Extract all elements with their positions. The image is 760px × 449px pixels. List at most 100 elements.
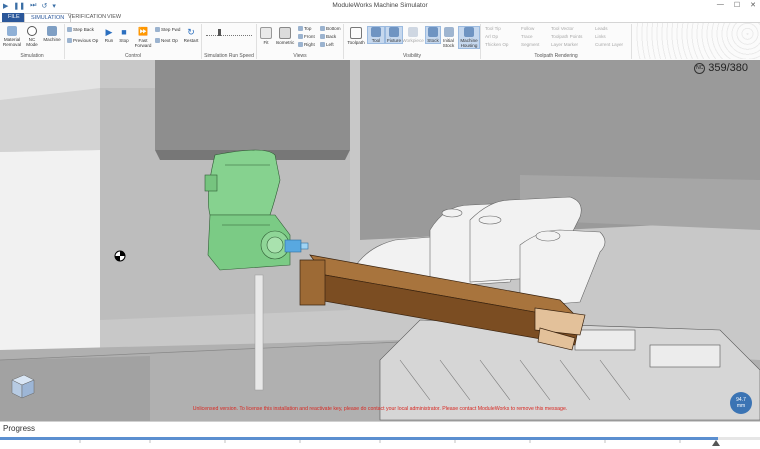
machine-housing-visibility-button[interactable]: Machine Housing bbox=[458, 26, 480, 49]
license-warning: Unlicensed version. To license this inst… bbox=[192, 406, 568, 412]
minimize-icon[interactable]: — bbox=[717, 1, 724, 9]
trace-option[interactable]: Trace bbox=[521, 34, 533, 40]
stop-icon: ■ bbox=[121, 27, 127, 37]
view-front-button[interactable]: Front bbox=[298, 34, 315, 40]
next-op-icon bbox=[155, 38, 160, 43]
play-icon: ▶ bbox=[105, 27, 113, 37]
material-removal-button[interactable]: Material Removal bbox=[2, 26, 22, 47]
fast-forward-icon: ⏩ bbox=[138, 27, 148, 36]
run-button[interactable]: ▶ Run bbox=[103, 27, 115, 43]
arl-op-option[interactable]: Arl Op bbox=[485, 34, 498, 40]
fast-forward-button[interactable]: ⏩ Fast Forward bbox=[133, 27, 153, 48]
machine-button[interactable]: Machine bbox=[42, 26, 62, 42]
group-toolpath-rendering: Tool Tip Arl Op Thicken Op Follow Trace … bbox=[481, 24, 632, 59]
step-fwd-button[interactable]: Step Fwd bbox=[155, 27, 180, 33]
step-fwd-icon bbox=[155, 27, 160, 32]
back-icon bbox=[320, 34, 325, 39]
initial-stock-visibility-button[interactable]: Initial Stock bbox=[440, 27, 457, 48]
restart-icon: ↻ bbox=[187, 27, 195, 37]
tool-tip-option[interactable]: Tool Tip bbox=[485, 26, 501, 32]
progress-marker-icon bbox=[712, 440, 720, 446]
progress-panel: Progress bbox=[0, 421, 760, 449]
group-views: Fit Isometric Top Front Right Bottom Bac… bbox=[257, 24, 344, 59]
workpiece-icon bbox=[408, 27, 418, 37]
left-icon bbox=[320, 42, 325, 47]
tab-view[interactable]: VIEW bbox=[101, 13, 127, 22]
cube-icon bbox=[279, 27, 291, 39]
front-icon bbox=[298, 34, 303, 39]
toolpath-icon bbox=[350, 27, 362, 39]
maximize-icon[interactable]: ☐ bbox=[734, 1, 740, 9]
fit-button[interactable]: Fit bbox=[259, 27, 273, 45]
close-icon[interactable]: ✕ bbox=[750, 1, 756, 9]
tool-icon bbox=[371, 27, 381, 37]
window-controls: — ☐ ✕ bbox=[717, 1, 756, 9]
view-bottom-button[interactable]: Bottom bbox=[320, 26, 341, 32]
window-title: ModuleWorks Machine Simulator bbox=[332, 2, 428, 9]
progress-label: Progress bbox=[3, 424, 36, 433]
fixture-icon bbox=[389, 27, 399, 37]
workpiece-visibility-button[interactable]: Workpiece bbox=[402, 27, 424, 43]
step-back-icon bbox=[67, 27, 72, 32]
layer-marker-option[interactable]: Layer Marker bbox=[551, 42, 578, 48]
operation-counter: NC 359/380 bbox=[694, 62, 748, 74]
view-right-button[interactable]: Right bbox=[298, 42, 315, 48]
group-label: Control bbox=[124, 53, 142, 59]
feed-speed-indicator: 94.7 mm bbox=[730, 392, 752, 414]
stock-visibility-button[interactable]: Stock bbox=[425, 26, 441, 44]
group-label: Visibility bbox=[403, 53, 421, 59]
nc-mode-button[interactable]: NC Mode bbox=[23, 26, 41, 47]
view-left-button[interactable]: Left bbox=[320, 42, 334, 48]
tab-file[interactable]: FILE bbox=[2, 13, 26, 22]
group-simulation: Material Removal NC Mode Machine Simulat… bbox=[0, 24, 65, 59]
group-run-speed: Simulation Run Speed bbox=[202, 24, 257, 59]
nc-badge: NC bbox=[694, 62, 706, 74]
links-option[interactable]: Links bbox=[595, 34, 606, 40]
ribbon: Material Removal NC Mode Machine Simulat… bbox=[0, 22, 760, 61]
initial-stock-icon bbox=[443, 27, 454, 37]
next-op-button[interactable]: Next Op bbox=[155, 38, 178, 44]
group-visibility: Toolpath Tool Fixture Workpiece Stock In… bbox=[344, 24, 481, 59]
stop-button[interactable]: ■ Stop bbox=[118, 27, 130, 43]
tool-visibility-button[interactable]: Tool bbox=[367, 26, 385, 44]
machine-housing-icon bbox=[464, 27, 474, 37]
fit-icon bbox=[260, 27, 272, 39]
group-control: Step Back Previous Op ▶ Run ■ Stop ⏩ Fas… bbox=[65, 24, 202, 59]
material-removal-icon bbox=[7, 26, 17, 36]
machine-scene bbox=[0, 60, 760, 421]
restart-button[interactable]: ↻ Restart bbox=[183, 27, 199, 43]
view-top-button[interactable]: Top bbox=[298, 26, 311, 32]
simulation-viewport[interactable]: NC 359/380 Unlicensed version. To licens… bbox=[0, 60, 760, 421]
previous-op-icon bbox=[67, 38, 72, 43]
bottom-icon bbox=[320, 26, 325, 31]
toolpath-visibility-button[interactable]: Toolpath bbox=[346, 27, 366, 45]
group-label: Views bbox=[293, 53, 307, 59]
right-icon bbox=[298, 42, 303, 47]
current-layer-option[interactable]: Current Layer bbox=[595, 42, 623, 48]
follow-option[interactable]: Follow bbox=[521, 26, 534, 32]
fixture-visibility-button[interactable]: Fixture bbox=[385, 26, 403, 44]
counter-text: 359/380 bbox=[708, 62, 748, 74]
view-back-button[interactable]: Back bbox=[320, 34, 336, 40]
leads-option[interactable]: Leads bbox=[595, 26, 608, 32]
group-label: Toolpath Rendering bbox=[534, 53, 578, 59]
toolpath-points-option[interactable]: Toolpath Points bbox=[551, 34, 582, 40]
nc-icon bbox=[27, 26, 37, 36]
run-speed-slider[interactable] bbox=[206, 29, 252, 36]
step-back-button[interactable]: Step Back bbox=[67, 27, 94, 33]
previous-op-button[interactable]: Previous Op bbox=[67, 38, 98, 44]
isometric-button[interactable]: Isometric bbox=[274, 27, 296, 45]
axis-cube-icon bbox=[11, 374, 35, 399]
group-label: Simulation Run Speed bbox=[204, 53, 254, 59]
slider-thumb[interactable] bbox=[218, 29, 221, 36]
tool-vector-option[interactable]: Tool Vector bbox=[551, 26, 574, 32]
top-icon bbox=[298, 26, 303, 31]
machine-icon bbox=[47, 26, 57, 36]
ornament-decoration bbox=[635, 23, 760, 59]
origin-marker bbox=[114, 250, 126, 262]
thicken-op-option[interactable]: Thicken Op bbox=[485, 42, 509, 48]
segment-option[interactable]: Segment bbox=[521, 42, 539, 48]
ribbon-tabs: FILE SIMULATION VERIFICATION VIEW bbox=[0, 12, 760, 23]
group-label: Simulation bbox=[20, 53, 44, 59]
stock-icon bbox=[428, 27, 438, 37]
